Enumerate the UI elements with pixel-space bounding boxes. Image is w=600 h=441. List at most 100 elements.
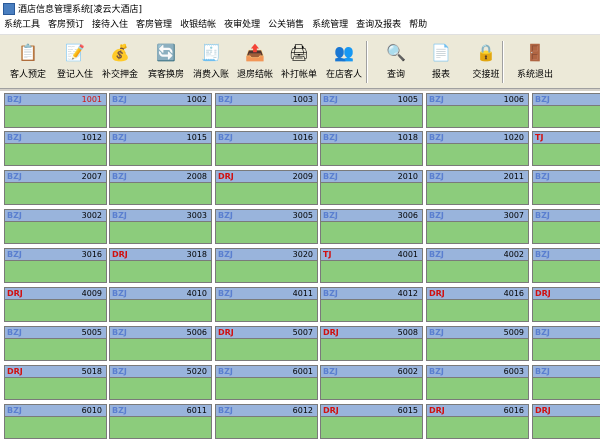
- room-tile[interactable]: BZJ 3007: [426, 209, 529, 244]
- room-tile[interactable]: BZJ 3020: [215, 248, 318, 283]
- room-tile[interactable]: TJ2001: [532, 131, 600, 166]
- toolbar-button[interactable]: 🔍 查询: [376, 37, 416, 85]
- room-tile[interactable]: BZJ 5006: [109, 326, 212, 361]
- printer-icon: 🖨: [288, 43, 310, 62]
- room-tile[interactable]: BZJ 6011: [109, 404, 212, 439]
- room-tile[interactable]: BZJ1007: [532, 93, 600, 128]
- room-tile[interactable]: BZJ 2007: [4, 170, 107, 205]
- room-type: BZJ: [323, 172, 338, 181]
- room-tile[interactable]: DRJ 5007: [215, 326, 318, 361]
- menu-item[interactable]: 帮助: [405, 17, 431, 34]
- toolbar: 📋 客人预定 📝 登记入住 💰 补交押金 🔄 宾客换房 🧾 消费入账 📤 退房结帐 🖨 补打帐单 👥 在店客人…: [0, 35, 600, 89]
- room-tile[interactable]: BZJ 6010: [4, 404, 107, 439]
- room-tile[interactable]: DRJ 3018: [109, 248, 212, 283]
- room-tile[interactable]: BZJ 4012: [320, 287, 423, 322]
- menu-item[interactable]: 系统管理: [308, 17, 352, 34]
- room-type: BZJ: [112, 95, 127, 104]
- room-tile[interactable]: BZJ 5005: [4, 326, 107, 361]
- room-tile[interactable]: BZJ 1001: [4, 93, 107, 128]
- room-tile[interactable]: BZJ 1006: [426, 93, 529, 128]
- room-tile[interactable]: BZJ 3006: [320, 209, 423, 244]
- room-tile[interactable]: BZJ 6012: [215, 404, 318, 439]
- menu-item[interactable]: 查询及报表: [352, 17, 405, 34]
- room-tile[interactable]: BZJ 1016: [215, 131, 318, 166]
- toolbar-button[interactable]: 🔄 宾客换房: [144, 37, 188, 85]
- room-tile[interactable]: BZJ3008: [532, 209, 600, 244]
- room-tile[interactable]: DRJ 2009: [215, 170, 318, 205]
- room-tile[interactable]: BZJ 3003: [109, 209, 212, 244]
- room-tile[interactable]: DRJ 5008: [320, 326, 423, 361]
- change-room-icon: 🔄: [156, 43, 176, 62]
- room-header: BZJ 4002: [427, 249, 528, 261]
- room-tile[interactable]: BZJ 2011: [426, 170, 529, 205]
- room-tile[interactable]: DRJ 5018: [4, 365, 107, 400]
- menu-item[interactable]: 客房管理: [132, 17, 176, 34]
- menu-item[interactable]: 接待入住: [88, 17, 132, 34]
- toolbar-button[interactable]: 🧾 消费入账: [190, 37, 232, 85]
- menu-item[interactable]: 夜审处理: [220, 17, 264, 34]
- room-tile[interactable]: BZJ 4002: [426, 248, 529, 283]
- room-tile[interactable]: BZJ 5009: [426, 326, 529, 361]
- room-tile[interactable]: BZJ 1015: [109, 131, 212, 166]
- room-tile[interactable]: BZJ4003: [532, 248, 600, 283]
- room-type: DRJ: [429, 406, 445, 415]
- room-tile[interactable]: BZJ 1012: [4, 131, 107, 166]
- room-tile[interactable]: BZJ 4010: [109, 287, 212, 322]
- room-number: 1018: [397, 133, 418, 142]
- toolbar-button-label: 查询: [386, 70, 405, 80]
- reservation-icon: 📋: [18, 43, 38, 62]
- toolbar-button[interactable]: 📋 客人预定: [4, 37, 52, 85]
- room-tile[interactable]: BZJ 1002: [109, 93, 212, 128]
- room-tile[interactable]: BZJ6005: [532, 365, 600, 400]
- toolbar-button[interactable]: 📤 退房结帐: [234, 37, 276, 85]
- room-tile[interactable]: DRJ 4009: [4, 287, 107, 322]
- toolbar-button[interactable]: 🖨 补打帐单: [278, 37, 320, 85]
- room-tile[interactable]: BZJ 5020: [109, 365, 212, 400]
- menu-item[interactable]: 系统工具: [0, 17, 44, 34]
- room-tile[interactable]: BZJ5010: [532, 326, 600, 361]
- toolbar-button[interactable]: 📄 报表: [424, 37, 458, 85]
- room-type: BZJ: [7, 406, 22, 415]
- room-tile[interactable]: BZJ2012: [532, 170, 600, 205]
- room-header: BZJ 2007: [5, 171, 106, 183]
- room-tile[interactable]: DRJ6018: [532, 404, 600, 439]
- room-tile[interactable]: DRJ4018: [532, 287, 600, 322]
- menu-item[interactable]: 收银结帐: [176, 17, 220, 34]
- room-header: DRJ 4016: [427, 288, 528, 300]
- window-title: 酒店信息管理系统[凌云大酒店]: [18, 5, 143, 15]
- room-type: BZJ: [112, 211, 127, 220]
- room-tile[interactable]: BZJ 2010: [320, 170, 423, 205]
- menu-bar: 系统工具 客房预订 接待入住 客房管理 收银结帐 夜审处理 公关销售 系统管理 查询及报表 帮助: [0, 17, 600, 35]
- room-tile[interactable]: DRJ 4016: [426, 287, 529, 322]
- room-tile[interactable]: BZJ 6003: [426, 365, 529, 400]
- room-type: BZJ: [7, 328, 22, 337]
- room-tile[interactable]: TJ 4001: [320, 248, 423, 283]
- room-header: DRJ 2009: [216, 171, 317, 183]
- room-number: 3005: [292, 211, 313, 220]
- room-tile[interactable]: DRJ 6015: [320, 404, 423, 439]
- room-tile[interactable]: BZJ 6002: [320, 365, 423, 400]
- menu-item[interactable]: 公关销售: [264, 17, 308, 34]
- room-tile[interactable]: BZJ 3005: [215, 209, 318, 244]
- menu-item[interactable]: 客房预订: [44, 17, 88, 34]
- room-type: BZJ: [112, 133, 127, 142]
- room-tile[interactable]: BZJ 3002: [4, 209, 107, 244]
- room-number: 3016: [81, 250, 102, 259]
- room-tile[interactable]: BZJ 1020: [426, 131, 529, 166]
- toolbar-button[interactable]: 👥 在店客人: [322, 37, 366, 85]
- toolbar-button[interactable]: 🚪 系统退出: [513, 37, 557, 85]
- room-type: BZJ: [429, 95, 444, 104]
- room-tile[interactable]: BZJ 1005: [320, 93, 423, 128]
- toolbar-button[interactable]: 🔒 交接班: [466, 37, 506, 85]
- room-type: DRJ: [112, 250, 128, 259]
- room-tile[interactable]: BZJ 1018: [320, 131, 423, 166]
- room-tile[interactable]: BZJ 3016: [4, 248, 107, 283]
- room-tile[interactable]: BZJ 6001: [215, 365, 318, 400]
- room-tile[interactable]: BZJ 1003: [215, 93, 318, 128]
- room-tile[interactable]: BZJ 2008: [109, 170, 212, 205]
- room-tile[interactable]: BZJ 4011: [215, 287, 318, 322]
- toolbar-button[interactable]: 📝 登记入住: [53, 37, 97, 85]
- room-tile[interactable]: DRJ 6016: [426, 404, 529, 439]
- toolbar-button[interactable]: 💰 补交押金: [98, 37, 142, 85]
- room-number: 1002: [186, 95, 207, 104]
